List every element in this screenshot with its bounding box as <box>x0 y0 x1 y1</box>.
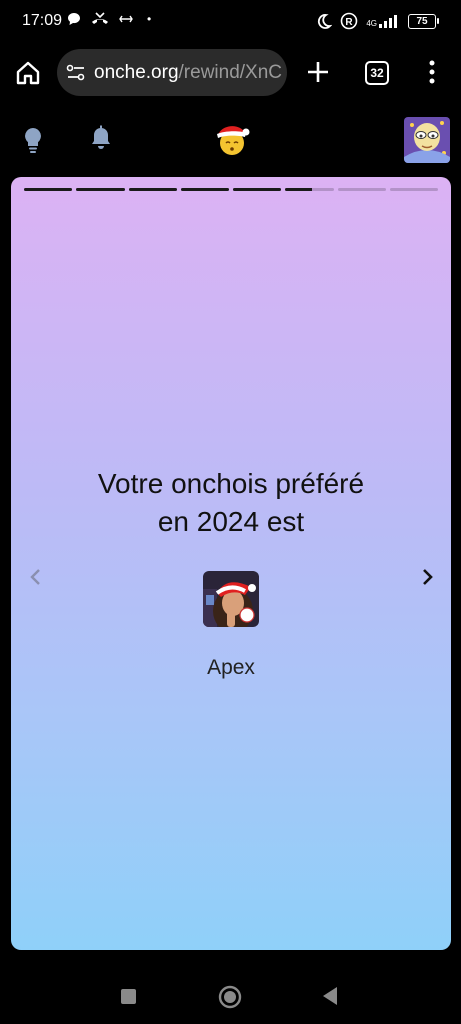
bell-icon[interactable] <box>90 125 112 151</box>
network-type: 4G <box>366 19 377 28</box>
svg-text:R: R <box>346 17 354 28</box>
story-title-line2: en 2024 est <box>157 506 305 537</box>
tab-switcher-button[interactable]: 32 <box>365 61 389 85</box>
url-path: /rewind/XnC <box>178 62 283 83</box>
site-settings-icon[interactable] <box>66 63 86 83</box>
lightbulb-icon[interactable] <box>22 126 44 154</box>
signal-icon <box>379 15 397 28</box>
system-nav-bar <box>0 962 461 1024</box>
chat-bubble-icon <box>68 13 80 25</box>
next-story-button[interactable] <box>417 567 437 587</box>
favorite-user-name[interactable]: Apex <box>11 656 451 680</box>
user-avatar[interactable] <box>404 117 450 163</box>
moon-icon <box>318 14 333 29</box>
rewind-story-card[interactable]: Votre onchois préféré en 2024 est Apex <box>11 177 451 950</box>
story-progress-segment <box>285 188 334 191</box>
story-title: Votre onchois préféré en 2024 est <box>11 465 451 541</box>
home-button[interactable] <box>14 59 42 87</box>
address-bar[interactable]: onche.org/rewind/XnC <box>57 49 287 96</box>
browser-toolbar: onche.org/rewind/XnC 32 <box>0 46 461 100</box>
back-triangle-icon[interactable] <box>320 985 340 1007</box>
santa-smiley-logo[interactable] <box>212 121 250 159</box>
story-progress-segment <box>76 188 125 191</box>
story-progress <box>24 188 438 191</box>
battery-icon: 75 <box>408 13 439 29</box>
story-progress-segment <box>128 188 177 191</box>
status-system-icons: R 4G 75 <box>316 12 439 30</box>
story-progress-segment <box>24 188 73 191</box>
story-title-line1: Votre onchois préféré <box>97 468 365 499</box>
status-time: 17:09 <box>22 12 63 29</box>
story-progress-segment <box>389 188 438 191</box>
status-bar: 17:09 • R 4G 75 <box>0 0 461 44</box>
status-notification-icons: • <box>67 12 151 26</box>
previous-story-button[interactable] <box>26 567 46 587</box>
battery-level: 75 <box>408 13 436 29</box>
registered-icon: R <box>341 12 358 30</box>
status-dot: • <box>147 12 152 26</box>
url-domain: onche.org <box>94 62 179 83</box>
data-transfer-icon <box>119 15 133 23</box>
site-header <box>0 105 461 173</box>
home-circle-icon[interactable] <box>218 985 242 1009</box>
favorite-user-avatar[interactable] <box>203 571 259 627</box>
story-progress-segment <box>337 188 386 191</box>
story-progress-segment <box>233 188 282 191</box>
missed-call-icon <box>92 12 108 24</box>
url-text[interactable]: onche.org/rewind/XnC <box>94 62 282 84</box>
more-menu-button[interactable] <box>423 59 441 85</box>
recent-apps-icon[interactable] <box>121 989 136 1004</box>
new-tab-button[interactable] <box>305 59 331 85</box>
story-progress-segment <box>180 188 229 191</box>
